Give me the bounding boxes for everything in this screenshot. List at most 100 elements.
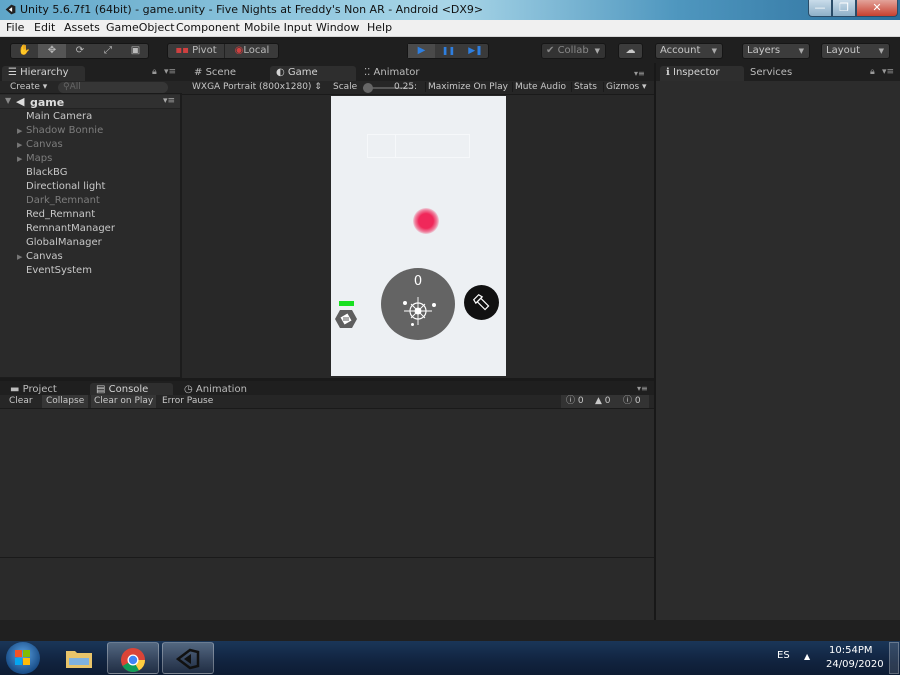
mute-audio-toggle[interactable]: Mute Audio bbox=[512, 82, 568, 92]
create-dropdown[interactable]: Create ▾ bbox=[10, 82, 47, 92]
console-log-area[interactable] bbox=[0, 409, 654, 557]
hierarchy-item[interactable]: Main Camera bbox=[26, 110, 92, 124]
expand-arrow-icon[interactable]: ▼ bbox=[5, 96, 11, 105]
hierarchy-item-label: Canvas bbox=[26, 251, 63, 262]
expand-arrow-icon[interactable]: ▶ bbox=[17, 124, 22, 138]
panel-menu-icon[interactable]: ▾≡ bbox=[634, 69, 645, 78]
scale-value: 0.25: bbox=[394, 82, 418, 92]
radar-disc[interactable]: 0 bbox=[381, 268, 455, 340]
taskbar-chrome[interactable] bbox=[107, 642, 159, 674]
panel-menu-icon[interactable]: ▾≡ bbox=[164, 67, 176, 77]
hierarchy-item[interactable]: EventSystem bbox=[26, 264, 92, 278]
radar-dot bbox=[403, 301, 407, 305]
hierarchy-item[interactable]: ▶ Canvas bbox=[17, 138, 63, 152]
menu-help[interactable]: Help bbox=[367, 21, 392, 34]
hierarchy-item[interactable]: GlobalManager bbox=[26, 236, 102, 250]
account-dropdown[interactable]: Account ▼ bbox=[655, 43, 723, 59]
chevron-down-icon: ▼ bbox=[878, 47, 884, 55]
play-icon: ▶ bbox=[417, 45, 426, 56]
stats-toggle[interactable]: Stats bbox=[571, 82, 599, 92]
close-button[interactable]: ✕ bbox=[856, 0, 898, 17]
panel-menu-icon[interactable]: ▾≡ bbox=[882, 67, 894, 77]
maximize-on-play-toggle[interactable]: Maximize On Play bbox=[425, 82, 510, 92]
hierarchy-item[interactable]: ▶ Shadow Bonnie bbox=[17, 124, 103, 138]
hierarchy-item[interactable]: ▶ Canvas bbox=[17, 250, 63, 264]
map-hex-icon[interactable] bbox=[334, 309, 358, 329]
tab-services[interactable]: Services bbox=[744, 66, 814, 81]
tab-hierarchy[interactable]: ☰ Hierarchy bbox=[2, 66, 85, 81]
error-icon: ⓘ bbox=[623, 396, 633, 406]
step-button[interactable]: ▶❚ bbox=[462, 44, 489, 58]
tab-scene[interactable]: # Scene bbox=[188, 66, 268, 81]
pause-button[interactable]: ❚❚ bbox=[435, 44, 462, 58]
console-detail-area[interactable] bbox=[0, 558, 654, 620]
clock-date[interactable]: 24/09/2020 bbox=[826, 659, 884, 670]
grid-icon: # bbox=[194, 67, 203, 78]
minimize-button[interactable]: — bbox=[808, 0, 832, 17]
folder-icon bbox=[66, 651, 92, 668]
collapse-toggle[interactable]: Collapse bbox=[42, 395, 89, 408]
rect-icon: ▣ bbox=[130, 45, 141, 56]
resolution-dropdown[interactable]: WXGA Portrait (800x1280) ⇕ bbox=[192, 82, 322, 92]
taskbar-file-explorer[interactable] bbox=[53, 642, 105, 674]
tab-game[interactable]: ◐ Game bbox=[270, 66, 356, 81]
flashlight-button[interactable] bbox=[464, 285, 499, 320]
pivot-toggle[interactable]: ▪▪ Pivot bbox=[168, 44, 224, 58]
clear-on-play-toggle[interactable]: Clear on Play bbox=[91, 395, 157, 408]
hierarchy-item[interactable]: Directional light bbox=[26, 180, 105, 194]
expand-arrow-icon[interactable]: ▶ bbox=[17, 250, 22, 264]
list-icon: ☰ bbox=[8, 67, 17, 78]
rect-tool-button[interactable]: ▣ bbox=[122, 44, 149, 58]
layout-dropdown[interactable]: Layout ▼ bbox=[821, 43, 890, 59]
menu-mobile-input[interactable]: Mobile Input bbox=[244, 21, 312, 34]
gizmos-dropdown[interactable]: Gizmos ▾ bbox=[603, 82, 649, 92]
taskbar-unity[interactable] bbox=[162, 642, 214, 674]
menu-file[interactable]: File bbox=[6, 21, 24, 34]
menu-window[interactable]: Window bbox=[316, 21, 359, 34]
expand-arrow-icon[interactable]: ▶ bbox=[17, 152, 22, 166]
move-tool-button[interactable]: ✥ bbox=[38, 44, 66, 58]
start-button[interactable] bbox=[6, 642, 40, 674]
hand-tool-button[interactable]: ✋ bbox=[11, 44, 38, 58]
menu-assets[interactable]: Assets bbox=[64, 21, 100, 34]
game-viewport[interactable]: 0 bbox=[331, 96, 506, 376]
hierarchy-search-input[interactable]: ⚲All bbox=[58, 82, 168, 93]
cloud-button[interactable]: ☁ bbox=[618, 43, 643, 59]
menu-edit[interactable]: Edit bbox=[34, 21, 55, 34]
expand-arrow-icon[interactable]: ▶ bbox=[17, 138, 22, 152]
hierarchy-item[interactable]: Red_Remnant bbox=[26, 208, 95, 222]
hierarchy-item[interactable]: RemnantManager bbox=[26, 222, 115, 236]
local-toggle[interactable]: ◉Local bbox=[224, 44, 279, 58]
clock-time[interactable]: 10:54PM bbox=[829, 645, 872, 656]
lock-icon[interactable]: 🔒︎ bbox=[152, 67, 157, 77]
layers-dropdown[interactable]: Layers ▼ bbox=[742, 43, 810, 59]
language-indicator[interactable]: ES bbox=[777, 650, 790, 661]
panel-menu-icon[interactable]: ▾≡ bbox=[637, 384, 648, 393]
error-pause-toggle[interactable]: Error Pause bbox=[162, 396, 213, 406]
scene-name: game bbox=[30, 96, 65, 109]
tab-animator[interactable]: ⁚⁚ Animator bbox=[358, 66, 448, 81]
lock-icon[interactable]: 🔒︎ bbox=[870, 67, 875, 77]
show-desktop-button[interactable] bbox=[889, 642, 899, 674]
scene-menu-icon[interactable]: ▾≡ bbox=[163, 96, 175, 106]
panel-splitter[interactable] bbox=[180, 94, 182, 378]
hierarchy-item[interactable]: Dark_Remnant bbox=[26, 194, 100, 208]
hierarchy-item[interactable]: BlackBG bbox=[26, 166, 68, 180]
maximize-button[interactable]: ❐ bbox=[832, 0, 856, 17]
scene-row[interactable]: ▼ ◀ game ▾≡ bbox=[0, 95, 180, 109]
rotate-tool-button[interactable]: ⟳ bbox=[66, 44, 94, 58]
clear-button[interactable]: Clear bbox=[9, 396, 33, 406]
windows-logo-icon bbox=[15, 650, 30, 665]
error-toggle[interactable]: ⓘ 0 bbox=[623, 395, 641, 408]
tray-expand-icon[interactable]: ▲ bbox=[804, 652, 810, 661]
collab-dropdown[interactable]: ✔ Collab ▼ bbox=[541, 43, 606, 59]
menu-component[interactable]: Component bbox=[176, 21, 240, 34]
panel-splitter[interactable] bbox=[654, 63, 656, 620]
warning-toggle[interactable]: ▲ 0 bbox=[595, 395, 611, 408]
play-button[interactable]: ▶ bbox=[408, 44, 435, 58]
menu-gameobject[interactable]: GameObject bbox=[106, 21, 175, 34]
hierarchy-item[interactable]: ▶ Maps bbox=[17, 152, 52, 166]
scale-tool-button[interactable]: ⤢ bbox=[94, 44, 122, 58]
tab-inspector[interactable]: ℹ Inspector bbox=[660, 66, 744, 81]
info-toggle[interactable]: ⓘ 0 bbox=[566, 395, 584, 408]
